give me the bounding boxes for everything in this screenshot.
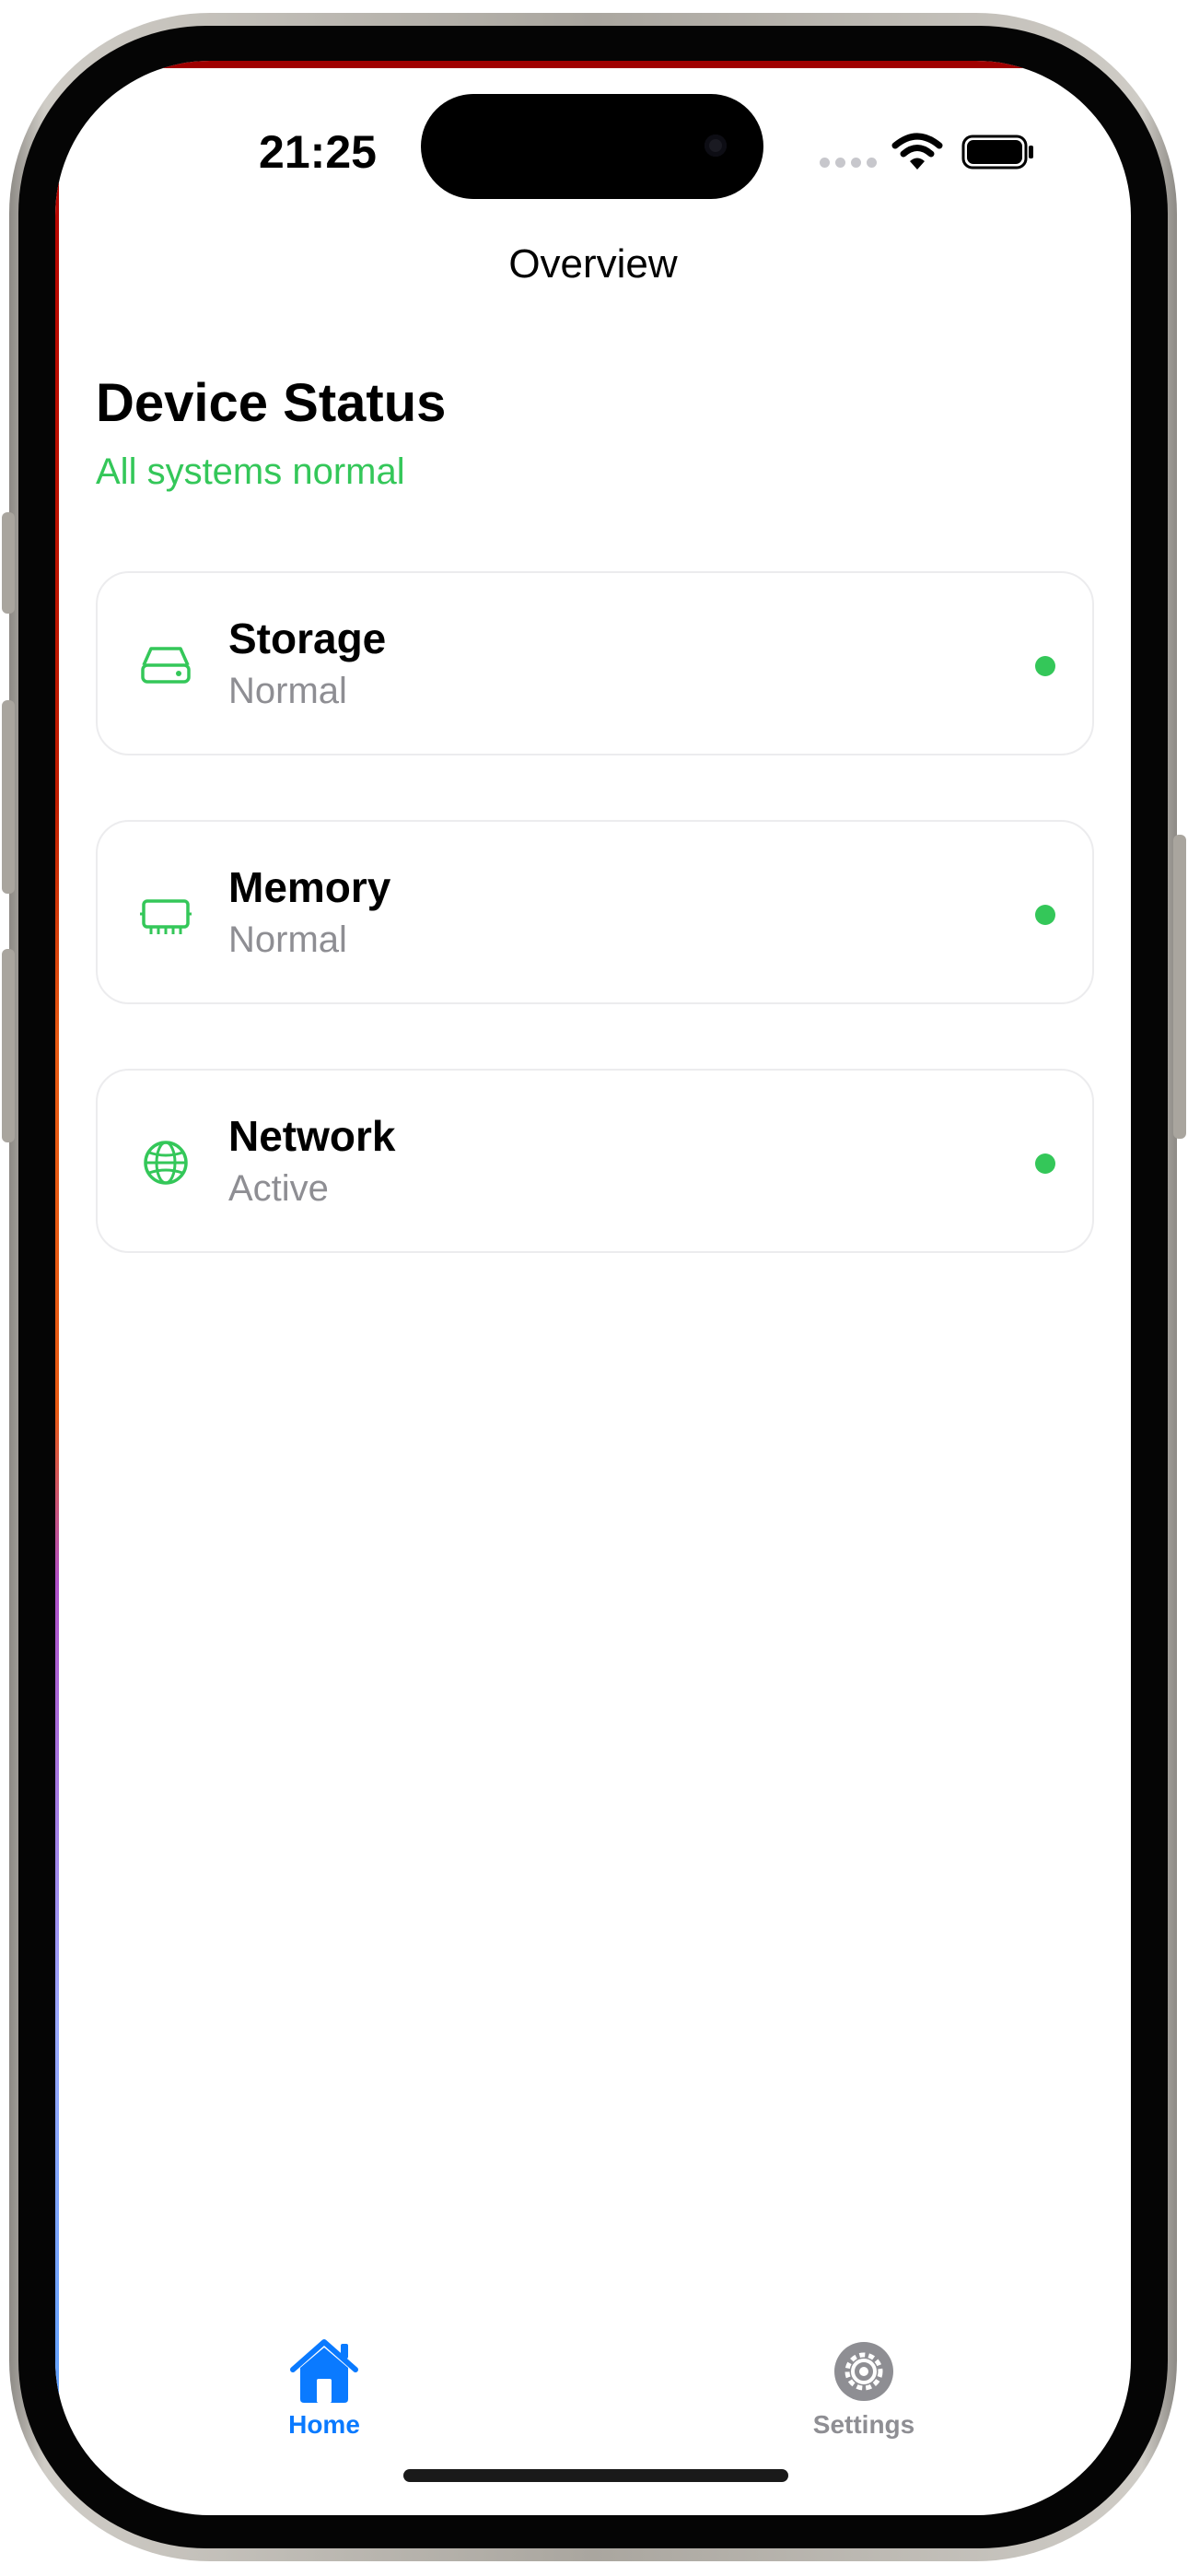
status-time: 21:25 (259, 126, 377, 178)
volume-down-button (2, 949, 15, 1142)
status-indicator-dot (1035, 1153, 1055, 1174)
tab-settings-label: Settings (812, 2410, 915, 2439)
drive-icon (141, 647, 191, 684)
card-title: Memory (228, 863, 391, 911)
page-title: Device Status (96, 373, 447, 433)
globe-icon (144, 1141, 188, 1185)
device-mockup: 21:25 Overview Device Status All systems… (0, 0, 1188, 2576)
status-summary: All systems normal (96, 451, 405, 492)
tab-settings[interactable]: Settings (753, 2336, 974, 2465)
power-button (1173, 835, 1186, 1139)
status-indicator-dot (1035, 905, 1055, 925)
dynamic-island (421, 94, 763, 199)
screen-top-glow (147, 61, 1039, 68)
status-card-network[interactable]: Network Active (96, 1069, 1094, 1253)
gear-icon (834, 2342, 893, 2401)
card-status: Normal (228, 919, 347, 960)
status-card-storage[interactable]: Storage Normal (96, 571, 1094, 755)
card-status: Normal (228, 671, 347, 711)
tab-home-label: Home (288, 2410, 360, 2439)
cellular-signal-icon (820, 158, 877, 168)
app-screen: 21:25 Overview Device Status All systems… (55, 61, 1131, 2515)
status-card-memory[interactable]: Memory Normal (96, 820, 1094, 1004)
volume-up-button (2, 700, 15, 894)
card-title: Network (228, 1112, 396, 1160)
tab-home[interactable]: Home (214, 2336, 435, 2465)
card-title: Storage (228, 615, 387, 662)
battery-icon (961, 135, 1033, 170)
card-status: Active (228, 1168, 329, 1209)
action-button (2, 512, 15, 614)
home-indicator[interactable] (403, 2469, 788, 2482)
nav-title: Overview (508, 241, 678, 287)
status-indicator-dot (1035, 656, 1055, 676)
house-icon (290, 2339, 358, 2403)
wifi-icon (891, 133, 943, 170)
memory-chip-icon (140, 899, 192, 934)
front-camera (705, 135, 727, 157)
screen-edge-glow (55, 61, 59, 2515)
